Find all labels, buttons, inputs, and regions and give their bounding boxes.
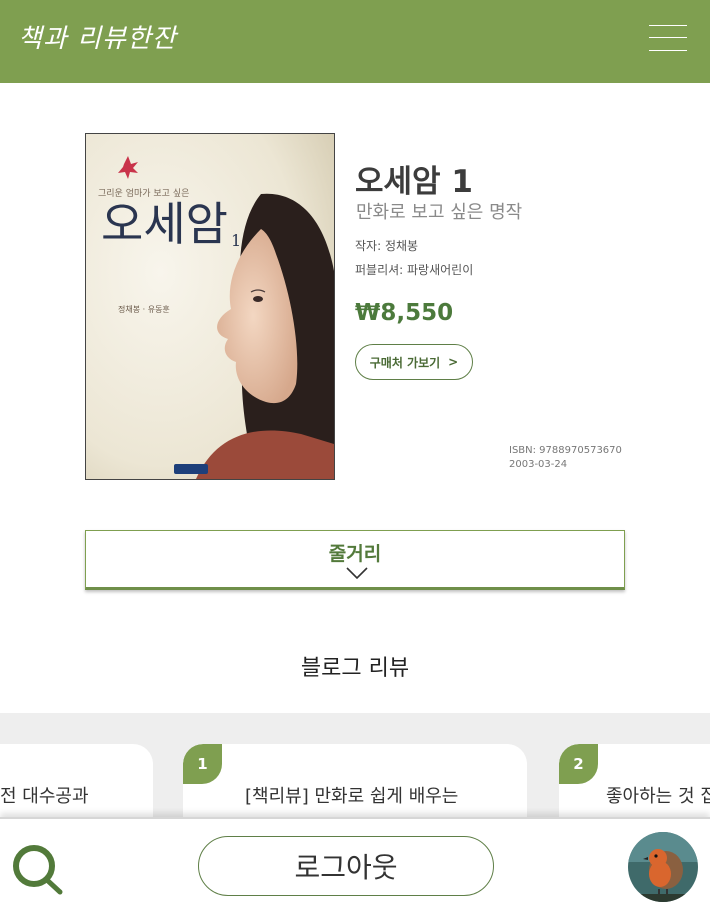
chevron-down-icon xyxy=(346,567,368,579)
book-price: ₩8,550 xyxy=(355,300,454,326)
plot-toggle-button[interactable]: 줄거리 xyxy=(85,530,625,590)
review-card-title: [책리뷰] 만화로 쉽게 배우는 xyxy=(245,786,459,807)
user-avatar[interactable] xyxy=(628,832,698,902)
book-title: 오세암 1 xyxy=(355,164,473,200)
review-rank-badge: 2 xyxy=(559,744,598,784)
review-carousel[interactable]: 전 대수공과 1 [책리뷰] 만화로 쉽게 배우는 2 좋아하는 것 집 xyxy=(0,713,710,818)
site-logo[interactable]: 책과 리뷰한잔 xyxy=(18,18,177,55)
chevron-right-icon: > xyxy=(448,355,459,369)
book-pub-date: 2003-03-24 xyxy=(509,459,568,470)
buy-link-label: 구매처 가보기 xyxy=(369,355,441,370)
book-isbn: ISBN: 9788970573670 xyxy=(509,445,622,456)
review-card[interactable]: 2 좋아하는 것 집 xyxy=(559,744,710,818)
cover-number-text: 1 xyxy=(231,231,241,250)
hamburger-icon[interactable] xyxy=(649,24,687,54)
svg-text:정채봉 · 유동훈: 정채봉 · 유동훈 xyxy=(118,304,170,314)
search-icon[interactable] xyxy=(12,844,64,896)
review-card-title: 좋아하는 것 집 xyxy=(606,786,710,807)
review-card-title: 전 대수공과 xyxy=(0,786,89,807)
buy-link-button[interactable]: 구매처 가보기 > xyxy=(355,344,473,380)
book-publisher: 퍼블리셔: 파랑새어린이 xyxy=(355,263,474,277)
review-rank-badge: 1 xyxy=(183,744,222,784)
blog-review-heading: 블로그 리뷰 xyxy=(300,656,410,681)
review-card[interactable]: 1 [책리뷰] 만화로 쉽게 배우는 xyxy=(183,744,527,818)
bottom-nav-bar: 로그아웃 xyxy=(0,817,710,913)
cover-title-text: 오세암 xyxy=(101,197,228,251)
app-header: 책과 리뷰한잔 xyxy=(0,0,710,83)
plot-label: 줄거리 xyxy=(328,543,382,565)
book-author: 작자: 정채봉 xyxy=(355,239,419,253)
book-cover-image: 그리운 엄마가 보고 싶은 오세암 1 정채봉 · 유동훈 xyxy=(85,133,335,480)
logout-button[interactable]: 로그아웃 xyxy=(198,836,494,896)
book-subtitle: 만화로 보고 싶은 명작 xyxy=(356,202,523,223)
review-card[interactable]: 전 대수공과 xyxy=(0,744,153,818)
